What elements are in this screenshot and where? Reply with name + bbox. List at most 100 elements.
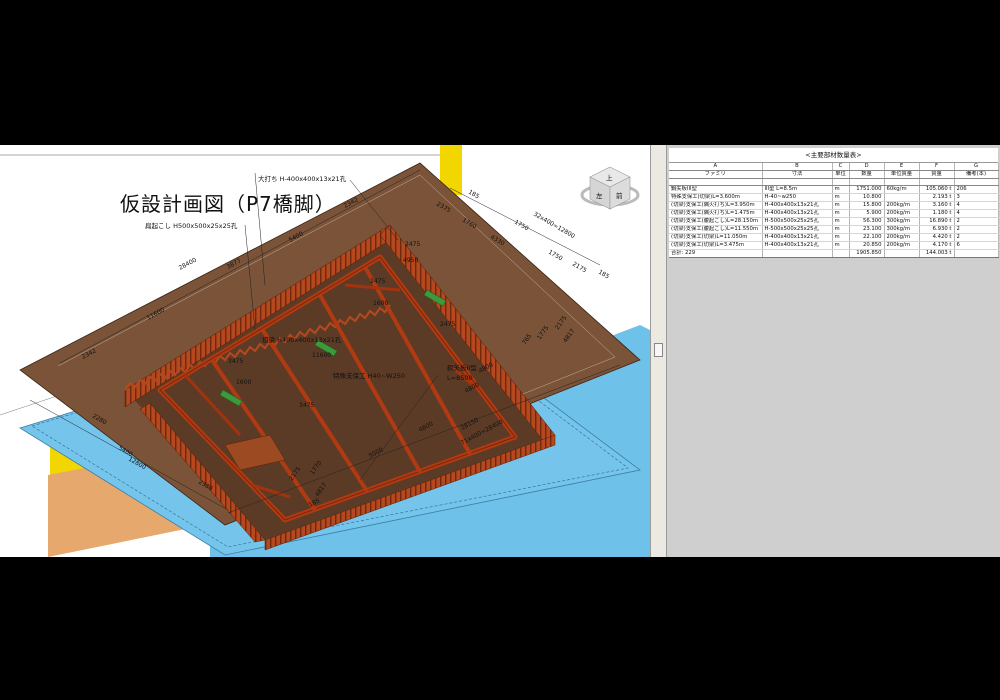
table-cell[interactable]: 23.100 [849, 225, 885, 234]
table-cell[interactable]: 2.193 t [919, 193, 955, 202]
table-cell[interactable]: 5.900 [849, 209, 885, 218]
table-cell[interactable]: H-40~w250 [762, 193, 833, 202]
dimension-1600-b: 1600 [236, 379, 251, 386]
dimension-2475-a: 2475 [405, 241, 420, 248]
table-cell[interactable]: (切梁)支保工(隅火打ち)L=1.475m [669, 209, 763, 218]
table-row[interactable]: 特殊支保工(切梁)L=3.600m H-40~w250 m 10.800 2.193 t… [669, 193, 999, 202]
table-cell[interactable]: m [832, 201, 850, 210]
dimension-4950: 4950 [403, 257, 418, 264]
table-cell[interactable]: 105.060 t [919, 185, 955, 194]
table-cell[interactable]: 206 [954, 185, 999, 194]
table-cell[interactable]: 16.890 t [919, 217, 955, 226]
total-row[interactable]: 合計: 229 1905.850 144.003 t [669, 249, 999, 258]
table-cell[interactable]: 6 [954, 241, 999, 250]
label-special-beam: 特殊支保工 H40~W250 [333, 371, 405, 380]
table-cell[interactable]: 2 [954, 217, 999, 226]
schedule-rows: 鋼矢板III型 III型 L=8.5m m 1751.000 60kg/m 105.060… [669, 185, 999, 250]
column-header[interactable]: 寸法 [762, 170, 833, 179]
table-cell[interactable]: 6.930 t [919, 225, 955, 234]
table-cell[interactable]: m [832, 217, 850, 226]
table-cell[interactable]: m [832, 233, 850, 242]
table-row[interactable]: (切梁)支保工(腹起こし)L=11.550m H-500x500x25x25孔 m 2… [669, 225, 999, 234]
table-cell[interactable]: 10.800 [849, 193, 885, 202]
table-cell[interactable]: 2 [954, 225, 999, 234]
table-cell[interactable]: 60kg/m [884, 185, 920, 194]
table-cell[interactable] [884, 193, 920, 202]
table-cell[interactable]: 3 [954, 193, 999, 202]
total-cell[interactable]: 合計: 229 [669, 249, 763, 258]
table-cell[interactable]: 56.300 [849, 217, 885, 226]
table-cell[interactable]: 1.180 t [919, 209, 955, 218]
table-cell[interactable]: H-500x500x25x25孔 [762, 225, 833, 234]
dimension-1750-b: 1750 [547, 249, 564, 263]
table-cell[interactable]: (切梁)支保工(切梁)L=3.475m [669, 241, 763, 250]
total-cell[interactable] [832, 249, 850, 258]
total-cell[interactable] [884, 249, 920, 258]
table-cell[interactable]: 1751.000 [849, 185, 885, 194]
table-cell[interactable]: 200kg/m [884, 201, 920, 210]
table-cell[interactable]: (切梁)支保工(腹起こし)L=11.550m [669, 225, 763, 234]
table-cell[interactable]: 4 [954, 201, 999, 210]
view-splitter[interactable] [650, 145, 667, 557]
table-cell[interactable]: m [832, 193, 850, 202]
table-cell[interactable]: 4.170 t [919, 241, 955, 250]
table-cell[interactable]: (切梁)支保工(切梁)L=11.050m [669, 233, 763, 242]
dimension-2175-right: 2175 [571, 261, 588, 275]
table-cell[interactable]: 200kg/m [884, 209, 920, 218]
table-cell[interactable]: 3.160 t [919, 201, 955, 210]
total-cell[interactable]: 1905.850 [849, 249, 885, 258]
table-cell[interactable]: H-400x400x13x21孔 [762, 209, 833, 218]
column-header[interactable]: ファミリ [669, 170, 763, 179]
splitter-handle[interactable] [654, 343, 663, 357]
column-header[interactable]: 単位 [832, 170, 850, 179]
table-row[interactable]: (切梁)支保工(切梁)L=3.475m H-400x400x13x21孔 m 20.8… [669, 241, 999, 250]
table-cell[interactable]: 20.850 [849, 241, 885, 250]
table-cell[interactable]: 特殊支保工(切梁)L=3.600m [669, 193, 763, 202]
table-cell[interactable]: H-500x500x25x25孔 [762, 217, 833, 226]
total-cell[interactable] [762, 249, 833, 258]
column-header[interactable]: 備考(本) [954, 170, 999, 179]
table-cell[interactable]: 鋼矢板III型 [669, 185, 763, 194]
table-cell[interactable]: (切梁)支保工(隅火打ち)L=3.950m [669, 201, 763, 210]
table-row[interactable]: (切梁)支保工(切梁)L=11.050m H-400x400x13x21孔 m 22.… [669, 233, 999, 242]
table-cell[interactable]: m [832, 209, 850, 218]
column-header[interactable]: 単位質量 [884, 170, 920, 179]
label-jack-beam: 扁起こし H500x500x25x25孔 [145, 221, 238, 230]
table-row[interactable]: 鋼矢板III型 III型 L=8.5m m 1751.000 60kg/m 105.060… [669, 185, 999, 194]
column-header[interactable]: 質量 [919, 170, 955, 179]
3d-view-canvas[interactable]: 28400 3877 11600 2342 5400 2342 185 32x4… [0, 145, 650, 557]
table-cell[interactable]: 22.100 [849, 233, 885, 242]
table-cell[interactable]: 200kg/m [884, 233, 920, 242]
table-cell[interactable]: H-400x400x13x21孔 [762, 233, 833, 242]
total-cell[interactable] [954, 249, 999, 258]
table-cell[interactable]: m [832, 225, 850, 234]
table-row[interactable]: (切梁)支保工(隅火打ち)L=3.950m H-400x400x13x21孔 m 15… [669, 201, 999, 210]
table-cell[interactable]: H-400x400x13x21孔 [762, 241, 833, 250]
table-cell[interactable]: 15.800 [849, 201, 885, 210]
table-row[interactable]: (切梁)支保工(隅火打ち)L=1.475m H-400x400x13x21孔 m 5.… [669, 209, 999, 218]
column-header[interactable]: 数量 [849, 170, 885, 179]
label-top-beam: 大打ち H-400x400x13x21孔 [258, 174, 347, 183]
table-cell[interactable]: 200kg/m [884, 241, 920, 250]
table-cell[interactable]: 2 [954, 233, 999, 242]
table-cell[interactable]: 300kg/m [884, 225, 920, 234]
table-cell[interactable]: 300kg/m [884, 217, 920, 226]
total-cell[interactable]: 144.003 t [919, 249, 955, 258]
table-cell[interactable]: 4 [954, 209, 999, 218]
table-row[interactable]: (切梁)支保工(腹起こし)L=28.150m H-500x500x25x25孔 m 5… [669, 217, 999, 226]
dimension-3475-a: 3475 [228, 358, 243, 365]
table-cell[interactable]: m [832, 185, 850, 194]
label-tie-beam: 切梁 H400x400x13x21孔 [262, 335, 342, 344]
table-cell[interactable]: m [832, 241, 850, 250]
table-cell[interactable]: 4.420 t [919, 233, 955, 242]
viewcube[interactable]: 上 左 前 [580, 166, 640, 210]
schedule-title: <主要部材数量表> [669, 148, 998, 163]
table-cell[interactable]: (切梁)支保工(腹起こし)L=28.150m [669, 217, 763, 226]
schedule-view[interactable]: <主要部材数量表> A B C D E F G ファミリ 寸法 単位 数量 単位… [667, 145, 1000, 557]
spacer-row [669, 178, 999, 186]
column-letters-row: A B C D E F G [669, 163, 999, 171]
table-cell[interactable]: III型 L=8.5m [762, 185, 833, 194]
dimension-28400: 28400 [178, 257, 198, 272]
column-letter: B [762, 163, 833, 171]
table-cell[interactable]: H-400x400x13x21孔 [762, 201, 833, 210]
